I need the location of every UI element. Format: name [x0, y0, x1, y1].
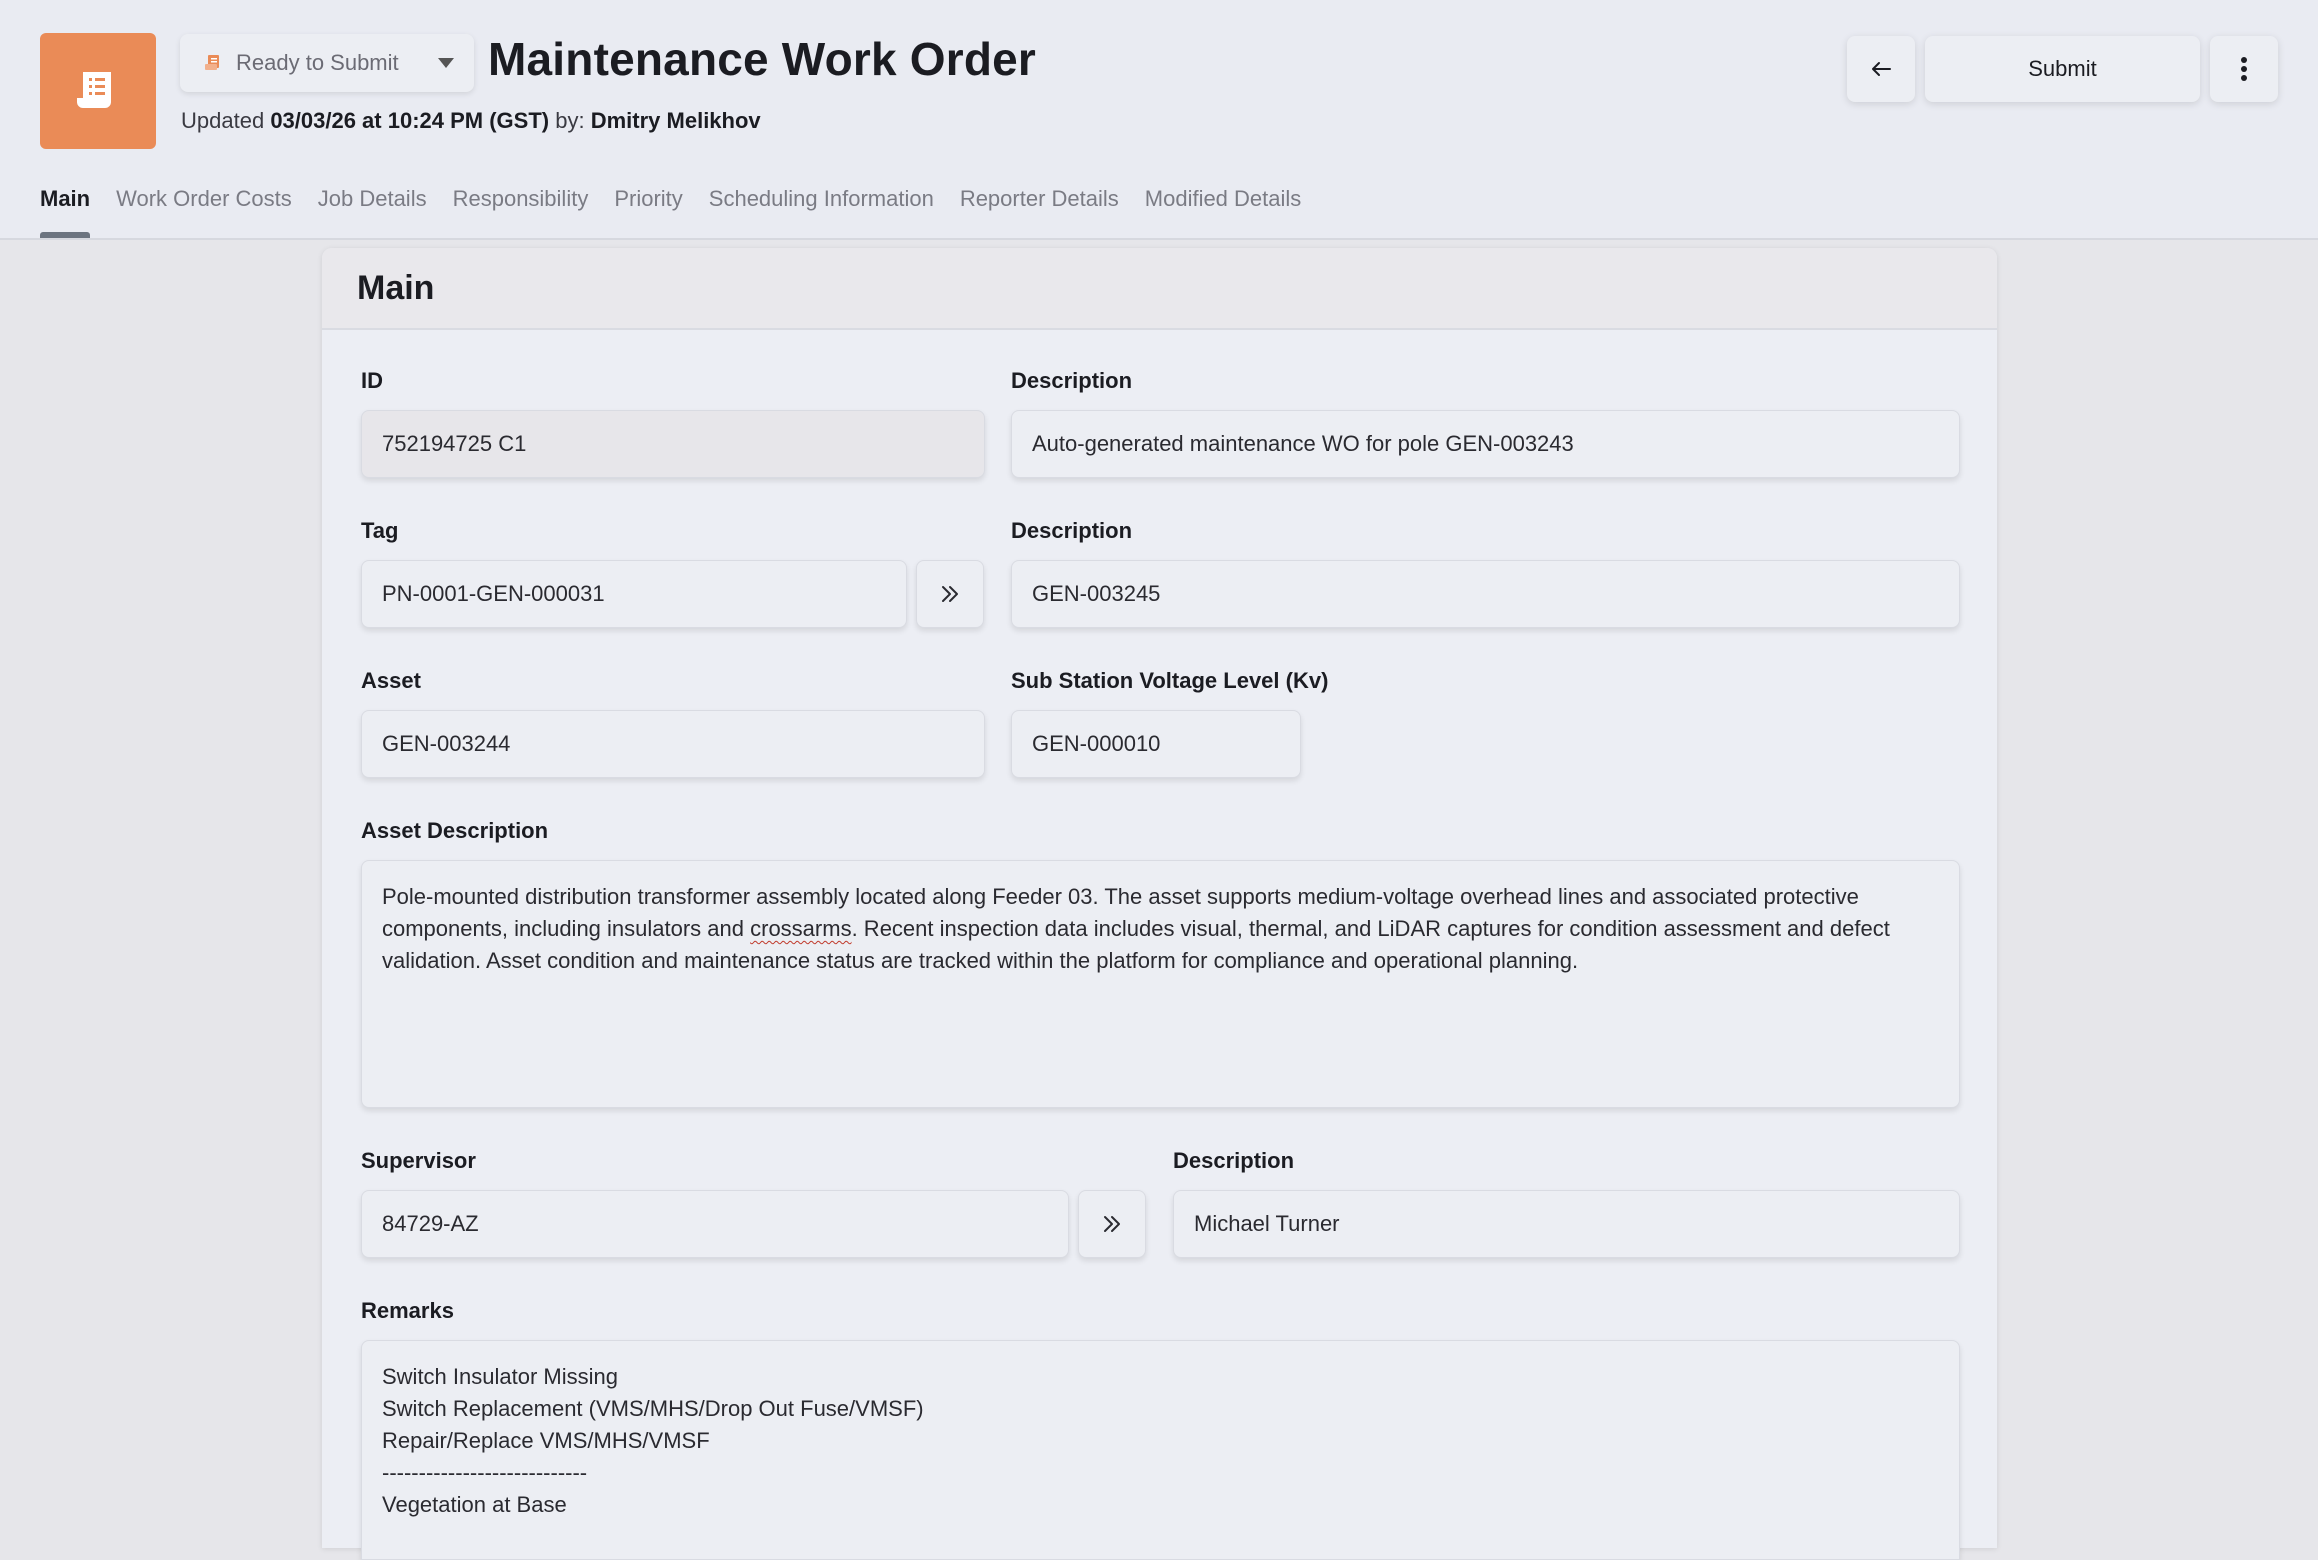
asset-description-text: Pole-mounted distribution transformer as… — [382, 881, 1939, 977]
section-tabs: Main Work Order Costs Job Details Respon… — [40, 186, 1327, 238]
more-options-button[interactable] — [2210, 36, 2278, 102]
chevron-down-icon — [438, 58, 454, 68]
supervisor-lookup-button[interactable] — [1078, 1190, 1146, 1258]
main-section-card: Main ID 752194725 C1 Description Auto-ge… — [322, 248, 1997, 1560]
remark-line: Switch Insulator Missing — [382, 1364, 618, 1389]
tab-responsibility[interactable]: Responsibility — [453, 186, 589, 238]
id-label: ID — [361, 368, 383, 393]
receipt-icon — [40, 33, 156, 149]
updated-info: Updated 03/03/26 at 10:24 PM (GST) by: D… — [181, 108, 761, 134]
tag-field[interactable]: PN-0001-GEN-000031 — [361, 560, 907, 628]
tab-modified-details[interactable]: Modified Details — [1145, 186, 1302, 238]
description-field[interactable]: Auto-generated maintenance WO for pole G… — [1011, 410, 1960, 478]
updated-datetime: 03/03/26 at 10:24 PM (GST) — [270, 108, 550, 133]
status-receipt-icon — [205, 55, 219, 70]
description-label: Description — [1011, 368, 1133, 393]
tab-work-order-costs[interactable]: Work Order Costs — [116, 186, 292, 238]
asset-label: Asset — [361, 668, 421, 693]
supervisor-description-field[interactable]: Michael Turner — [1173, 1190, 1960, 1258]
arrow-left-icon — [1872, 62, 1891, 76]
page-title: Maintenance Work Order — [488, 33, 1037, 85]
asset-description-textarea[interactable]: Pole-mounted distribution transformer as… — [361, 860, 1960, 1108]
section-title: Main — [322, 248, 1997, 330]
back-button[interactable] — [1847, 36, 1915, 102]
asset-field[interactable]: GEN-003244 — [361, 710, 985, 778]
voltage-level-field[interactable]: GEN-000010 — [1011, 710, 1301, 778]
tab-scheduling-information[interactable]: Scheduling Information — [709, 186, 934, 238]
remark-line: Repair/Replace VMS/MHS/VMSF — [382, 1428, 710, 1453]
tab-reporter-details[interactable]: Reporter Details — [960, 186, 1119, 238]
page-header: Ready to Submit Maintenance Work Order U… — [0, 0, 2318, 240]
spellcheck-word: crossarms — [750, 916, 852, 941]
double-chevron-right-icon — [942, 586, 958, 602]
tab-main[interactable]: Main — [40, 186, 91, 238]
supervisor-label: Supervisor — [361, 1148, 476, 1173]
kebab-menu-icon — [2241, 57, 2247, 81]
asset-description-label: Asset Description — [361, 818, 549, 843]
double-chevron-right-icon — [1104, 1216, 1120, 1232]
remarks-label: Remarks — [361, 1298, 454, 1323]
supervisor-field[interactable]: 84729-AZ — [361, 1190, 1069, 1258]
updated-by-user: Dmitry Melikhov — [590, 108, 761, 133]
voltage-level-label: Sub Station Voltage Level (Kv) — [1011, 668, 1329, 693]
remark-divider: ---------------------------- — [382, 1460, 588, 1485]
submit-button[interactable]: Submit — [1925, 36, 2200, 102]
status-label: Ready to Submit — [236, 50, 399, 75]
remarks-textarea[interactable]: Switch Insulator Missing Switch Replacem… — [361, 1340, 1960, 1560]
updated-prefix: Updated — [181, 108, 265, 133]
remark-line: Vegetation at Base — [382, 1492, 567, 1517]
tab-job-details[interactable]: Job Details — [318, 186, 427, 238]
supervisor-description-label: Description — [1173, 1148, 1295, 1173]
tab-priority[interactable]: Priority — [614, 186, 682, 238]
tag-lookup-button[interactable] — [916, 560, 984, 628]
status-dropdown[interactable]: Ready to Submit — [180, 34, 474, 92]
remark-line: Switch Replacement (VMS/MHS/Drop Out Fus… — [382, 1396, 924, 1421]
id-field[interactable]: 752194725 C1 — [361, 410, 985, 478]
tag-description-label: Description — [1011, 518, 1133, 543]
remarks-text: Switch Insulator Missing Switch Replacem… — [382, 1361, 924, 1521]
updated-by-label: by: — [555, 108, 585, 133]
tag-label: Tag — [361, 518, 399, 543]
tag-description-field[interactable]: GEN-003245 — [1011, 560, 1960, 628]
